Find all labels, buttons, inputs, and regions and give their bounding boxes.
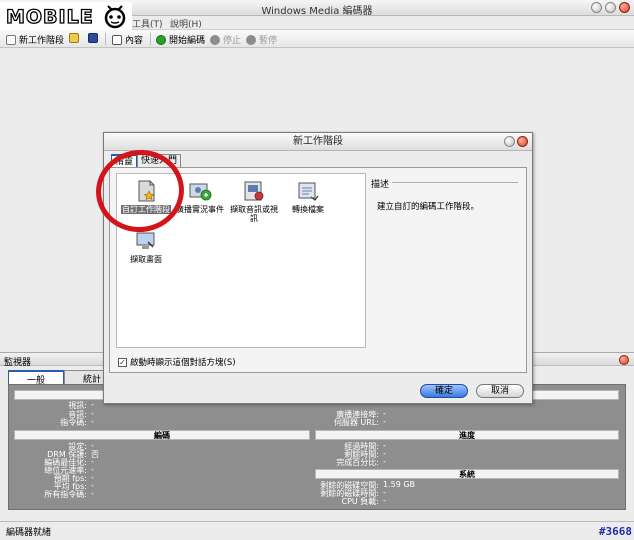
pause-button[interactable]: 暫停 (246, 33, 277, 46)
menu-help[interactable]: 說明(H) (170, 17, 202, 30)
monitor-title: 監視器 (4, 358, 32, 368)
dialog-title: 新工作階段 (104, 133, 532, 151)
stat-row: 完成百分比: (289, 457, 379, 467)
minimize-button[interactable] (591, 2, 602, 13)
watermark-logo: MOBILE (0, 2, 132, 30)
broadcast-icon (188, 179, 212, 203)
properties-button[interactable]: 內容 (112, 33, 143, 46)
stat-label: 完成百分比: (336, 458, 379, 467)
tile-label: 擷取畫面 (130, 255, 162, 264)
show-on-startup-checkbox[interactable]: ✓ (118, 357, 127, 367)
start-encoding-button[interactable]: 開始編碼 (156, 33, 205, 46)
pause-icon (246, 34, 256, 45)
stop-icon (210, 34, 220, 45)
corner-tag: #3668 (598, 525, 632, 538)
stat-row: 伺服器 URL: (289, 417, 379, 427)
description-divider (392, 182, 518, 183)
toolbar-separator (105, 33, 106, 45)
toolbar-separator (150, 33, 151, 45)
description-pane: 描述 建立自訂的編碼工作階段。 (368, 173, 522, 348)
status-bar: 編碼器就緒 #3668 (0, 521, 634, 540)
save-disk-icon (88, 33, 98, 43)
logo-text: MOBILE (5, 5, 94, 28)
tile-convert-file[interactable]: 轉換檔案 (281, 179, 335, 214)
stat-value: - (91, 417, 94, 426)
stat-label: 伺服器 URL: (333, 418, 379, 427)
dialog-close-button[interactable] (517, 136, 528, 147)
tile-capture-av[interactable]: 擷取音訊或視訊 (227, 179, 281, 223)
status-text: 編碼器就緒 (6, 528, 52, 538)
close-button[interactable] (619, 2, 630, 13)
stop-button[interactable]: 停止 (210, 33, 241, 46)
stat-value: - (383, 496, 386, 505)
pause-label: 暫停 (259, 36, 278, 46)
dialog-controls (504, 136, 528, 147)
properties-icon (112, 34, 122, 45)
capture-screen-icon (134, 229, 158, 253)
toolbar: 新工作階段 內容 開始編碼 停止 暫停 (0, 30, 634, 48)
new-session-label: 新工作階段 (19, 36, 65, 46)
window-controls (591, 2, 630, 13)
dialog-title-text: 新工作階段 (293, 136, 343, 147)
tile-label: 廣播實況事件 (176, 205, 224, 214)
stat-label: CPU 負載: (341, 497, 379, 506)
open-button[interactable] (69, 33, 79, 43)
new-document-icon (6, 34, 16, 45)
maximize-button[interactable] (605, 2, 616, 13)
logo-robot-icon (104, 5, 126, 29)
description-text: 建立自訂的編碼工作階段。 (377, 202, 480, 212)
capture-av-icon (242, 179, 266, 203)
tile-label: 擷取音訊或視訊 (230, 205, 278, 223)
stat-label: 指令碼: (60, 418, 87, 427)
stat-value: - (383, 457, 386, 466)
section-encoding-header: 編碼 (14, 430, 310, 440)
stat-row: 視訊: (9, 400, 87, 410)
section-progress-header: 進度 (315, 430, 619, 440)
description-header: 描述 (371, 180, 390, 190)
convert-file-icon (296, 179, 320, 203)
stat-row: 所有指令碼: (9, 489, 87, 499)
start-encoding-label: 開始編碼 (169, 36, 206, 46)
stat-value: - (91, 489, 94, 498)
stat-label: 所有指令碼: (44, 490, 87, 499)
ok-button[interactable]: 確定 (420, 384, 468, 398)
section-system-header: 系統 (315, 469, 619, 479)
show-on-startup-label: 啟動時顯示這個對話方塊(S) (130, 358, 236, 368)
stat-row: 指令碼: (9, 417, 87, 427)
save-button[interactable] (88, 33, 98, 43)
tab-general[interactable]: 一般 (8, 370, 64, 386)
stat-row: CPU 負載: (289, 496, 379, 506)
menu-tools[interactable]: 工具(T) (132, 17, 163, 30)
monitor-close-icon[interactable] (619, 355, 629, 365)
properties-label: 內容 (125, 36, 144, 46)
new-session-button[interactable]: 新工作階段 (6, 33, 64, 46)
stat-value: - (383, 417, 386, 426)
open-folder-icon (69, 33, 79, 43)
cancel-button[interactable]: 取消 (476, 384, 524, 398)
start-icon (156, 34, 166, 45)
tile-label: 轉換檔案 (292, 205, 324, 214)
tile-capture-screen[interactable]: 擷取畫面 (119, 229, 173, 264)
dialog-help-button[interactable] (504, 136, 515, 147)
show-on-startup-option[interactable]: ✓ 啟動時顯示這個對話方塊(S) (118, 356, 236, 368)
stop-label: 停止 (223, 36, 242, 46)
